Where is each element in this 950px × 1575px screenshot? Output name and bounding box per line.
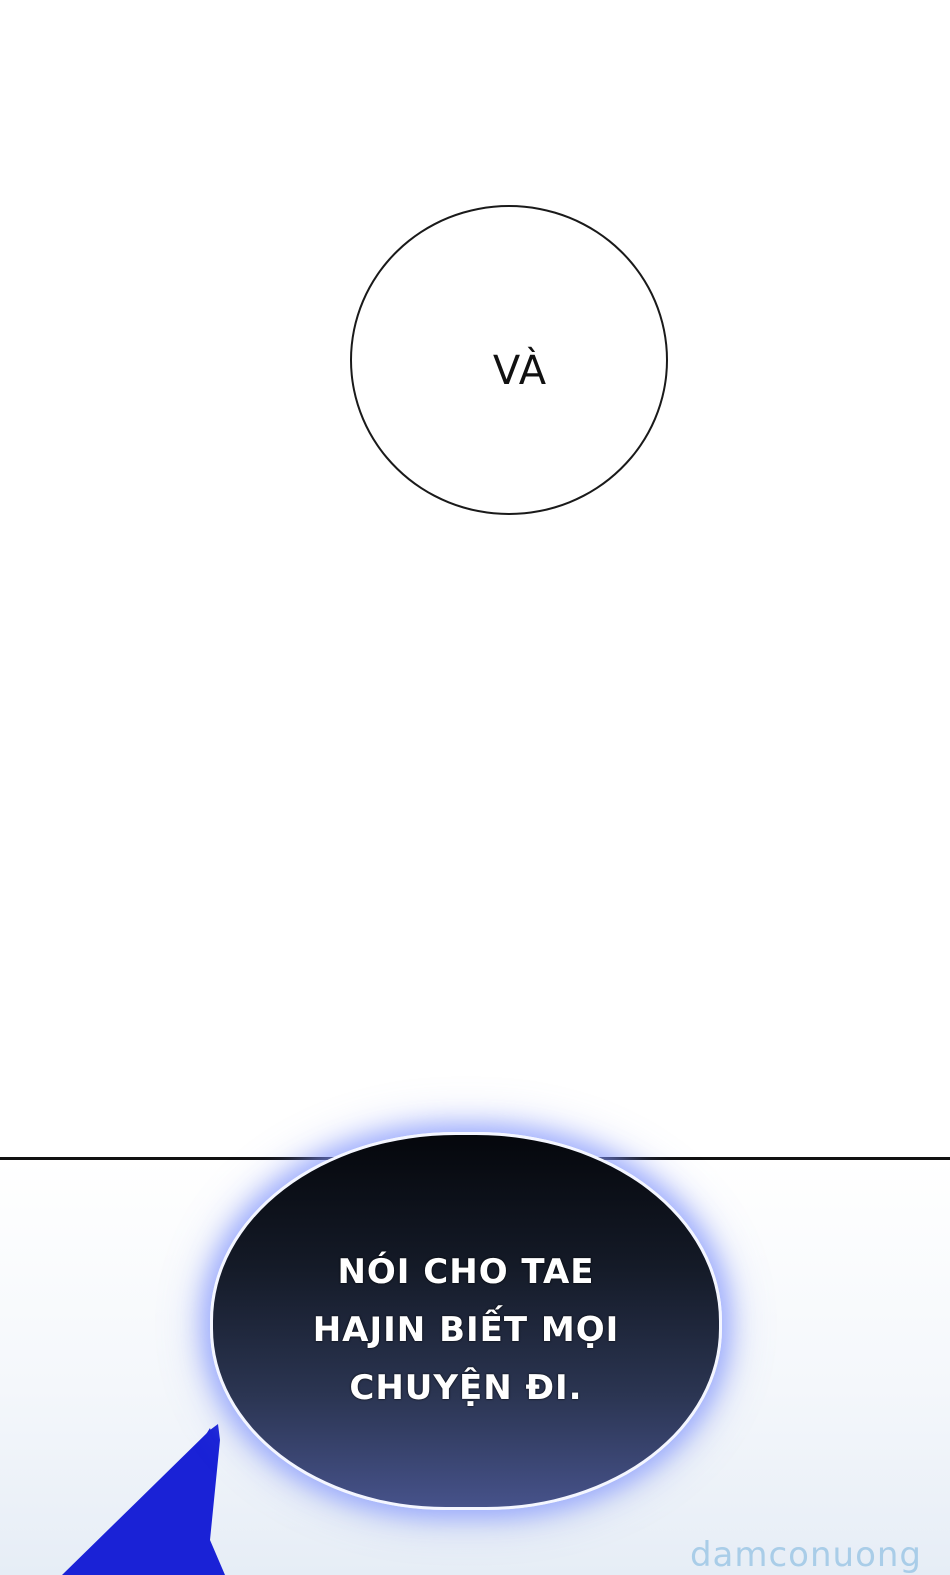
top-panel: VÀ [0, 0, 950, 1160]
speech-bubble-text: VÀ [492, 348, 548, 394]
speech-line-3: CHUYỆN ĐI. [349, 1368, 583, 1408]
speech-bubble-lines: NÓI CHO TAE HAJIN BIẾT MỌI CHUYỆN ĐI. [313, 1243, 620, 1417]
watermark-text: damconuong [689, 1535, 922, 1575]
speech-line-1: NÓI CHO TAE [337, 1252, 595, 1292]
speech-line-2: HAJIN BIẾT MỌI [312, 1310, 620, 1350]
speech-bubble-dark: NÓI CHO TAE HAJIN BIẾT MỌI CHUYỆN ĐI. [210, 1132, 722, 1510]
speech-bubble-circle: VÀ [350, 205, 668, 515]
